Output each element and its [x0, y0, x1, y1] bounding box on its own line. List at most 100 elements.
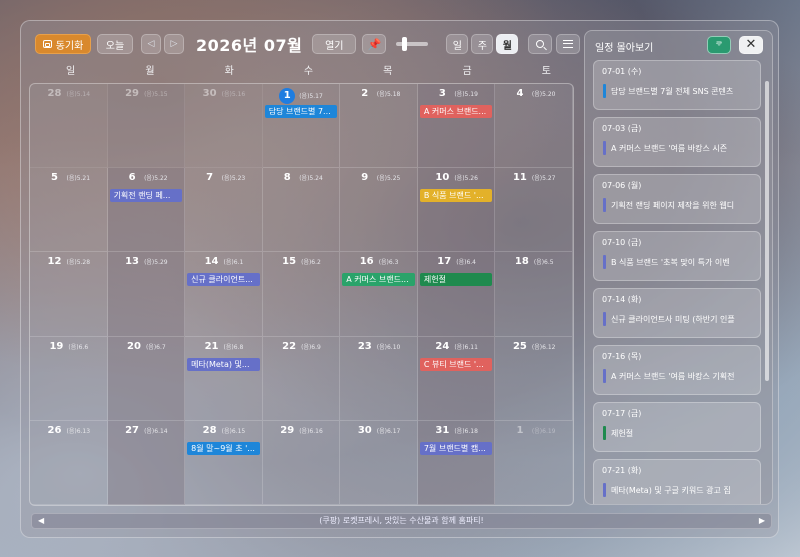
schedule-card[interactable]: 07-10 (금) B 식품 브랜드 '초복 맞이 특가 이벤 — [593, 231, 761, 281]
schedule-panel: 일정 몰아보기 ᄛ ✕ 07-01 (수) 담당 브랜드별 7월 전체 SNS 콘… — [584, 30, 773, 505]
day-cell[interactable]: 11 (음)5.27 — [495, 168, 573, 253]
day-cell[interactable]: 2 (음)5.18 — [340, 84, 418, 169]
lunar-date: (음)5.18 — [376, 91, 401, 98]
date-number: 9 — [361, 172, 369, 184]
lunar-date: (음)5.29 — [144, 259, 168, 267]
panel-scrollbar[interactable] — [765, 81, 769, 381]
day-cell[interactable]: 24 (음)6.11 C 뷰티 브랜드 '... — [417, 336, 496, 421]
day-cell[interactable]: 21 (음)6.8 메타(Meta) 및... — [185, 336, 263, 421]
day-cell[interactable]: 8 (음)5.24 — [262, 168, 341, 253]
day-cell[interactable]: 25 (음)6.12 — [495, 336, 573, 421]
month-title: 2026년 07월 — [196, 36, 303, 55]
day-cell[interactable]: 22 (음)6.9 — [262, 336, 341, 421]
panel-toggle-button[interactable]: ᄛ — [707, 36, 731, 54]
day-cell[interactable]: 12 (음)5.28 — [30, 252, 108, 337]
schedule-card[interactable]: 07-06 (월) 기획전 랜딩 페이지 제작을 위한 웹디 — [593, 174, 761, 224]
day-cell[interactable]: 17 (음)6.4 제헌절 — [417, 252, 496, 337]
day-cell[interactable]: 31 (음)6.18 7월 브랜드별 캠... — [417, 420, 496, 505]
slider-thumb[interactable] — [402, 37, 408, 51]
day-cell[interactable]: 29 (음)5.15 — [107, 84, 186, 169]
day-cell[interactable]: 9 (음)5.25 — [340, 168, 418, 253]
event-chip[interactable]: B 식품 브랜드 '... — [419, 189, 493, 203]
day-cell[interactable]: 13 (음)5.29 — [107, 252, 186, 337]
day-cell[interactable]: 4 (음)5.20 — [495, 84, 573, 169]
event-chip[interactable]: 메타(Meta) 및... — [187, 357, 260, 371]
open-button[interactable]: 열기 — [312, 34, 357, 54]
opacity-slider[interactable] — [396, 37, 429, 51]
day-cell[interactable]: 30 (음)6.17 — [340, 420, 418, 505]
day-cell[interactable]: 19 (음)6.6 — [30, 336, 108, 421]
event-chip[interactable]: 담당 브랜드별 7... — [264, 105, 338, 118]
lunar-date: (음)5.17 — [299, 93, 323, 100]
day-header: 1 (음)6.19 — [495, 425, 572, 436]
ticker-text[interactable]: (쿠팡) 로켓프레시, 맛있는 수산물과 함께 홈파티! — [319, 516, 484, 525]
menu-button[interactable] — [556, 34, 581, 54]
event-chip[interactable]: 8월 말~9월 초 '... — [187, 441, 260, 455]
day-header: 13 (음)5.29 — [108, 256, 185, 267]
schedule-date: 07-21 (화) — [602, 466, 642, 475]
event-chip[interactable]: C 뷰티 브랜드 '... — [419, 357, 493, 371]
event-chip[interactable]: 제헌절 — [419, 273, 493, 287]
view-day-button[interactable]: 일 — [446, 34, 469, 54]
day-cell[interactable]: 23 (음)6.10 — [340, 336, 418, 421]
lunar-date: (음)6.10 — [376, 343, 401, 351]
schedule-card[interactable]: 07-16 (목) A 커머스 브랜드 '여름 바캉스 기획전 — [593, 345, 761, 395]
schedule-card[interactable]: 07-14 (화) 신규 클라이언트사 미팅 (하반기 인플 — [593, 288, 761, 338]
sync-button[interactable]: 동기화 — [35, 34, 91, 54]
day-cell[interactable]: 7 (음)5.23 — [185, 168, 263, 253]
view-month-button[interactable]: 월 — [496, 34, 519, 54]
day-cell[interactable]: 1 (음)6.19 — [495, 420, 573, 505]
today-button[interactable]: 오늘 — [97, 34, 133, 54]
search-button[interactable] — [528, 34, 553, 54]
day-cell[interactable]: 28 (음)5.14 — [30, 84, 108, 169]
day-cell[interactable]: 20 (음)6.7 — [107, 336, 186, 421]
day-cell[interactable]: 28 (음)6.15 8월 말~9월 초 '... — [185, 420, 263, 505]
ticker-next-button[interactable]: ▶ — [759, 514, 765, 528]
weekday-mon: 월 — [145, 66, 155, 77]
menu-icon — [563, 40, 574, 48]
lunar-date: (음)5.14 — [66, 91, 91, 98]
ad-ticker[interactable]: ◀ (쿠팡) 로켓프레시, 맛있는 수산물과 함께 홈파티! ▶ — [31, 513, 772, 529]
day-header: 30 (음)6.17 — [340, 425, 417, 436]
date-number: 12 — [47, 256, 62, 268]
date-number: 13 — [125, 256, 140, 268]
day-cell[interactable]: 27 (음)6.14 — [107, 420, 186, 505]
day-cell[interactable]: 16 (음)6.3 A 커머스 브랜드... — [340, 252, 418, 337]
event-chip[interactable]: 7월 브랜드별 캠... — [419, 441, 493, 455]
day-cell[interactable]: 29 (음)6.16 — [262, 420, 341, 505]
event-chip[interactable]: A 커머스 브랜드... — [419, 105, 493, 118]
event-chip[interactable]: 기획전 랜딩 페... — [109, 189, 183, 203]
panel-title: 일정 몰아보기 — [595, 43, 654, 54]
next-month-button[interactable]: ▷ — [164, 34, 184, 54]
event-chip[interactable]: 신규 클라이언트... — [187, 273, 260, 287]
day-cell[interactable]: 14 (음)6.1 신규 클라이언트... — [185, 252, 263, 337]
day-header: 4 (음)5.20 — [495, 88, 572, 99]
lunar-date: (음)6.6 — [68, 343, 89, 351]
day-cell[interactable]: 18 (음)6.5 — [495, 252, 573, 337]
schedule-card[interactable]: 07-01 (수) 담당 브랜드별 7월 전체 SNS 콘텐츠 — [593, 60, 761, 110]
schedule-card[interactable]: 07-21 (화) 메타(Meta) 및 구글 키워드 광고 집 — [593, 459, 761, 504]
schedule-card[interactable]: 07-03 (금) A 커머스 브랜드 '여름 바캉스 시즌 — [593, 117, 761, 167]
day-cell[interactable]: 6 (음)5.22 기획전 랜딩 페... — [107, 168, 186, 253]
pin-button[interactable]: 📌 — [362, 34, 387, 54]
day-header: 29 (음)5.15 — [108, 88, 185, 99]
day-cell[interactable]: 30 (음)5.16 — [185, 84, 263, 169]
view-week-button[interactable]: 주 — [471, 34, 494, 54]
day-cell[interactable]: 15 (음)6.2 — [262, 252, 341, 337]
day-cell[interactable]: 26 (음)6.13 — [30, 420, 108, 505]
schedule-card[interactable]: 07-17 (금) 제헌절 — [593, 402, 761, 452]
ticker-prev-button[interactable]: ◀ — [38, 514, 44, 528]
date-number: 25 — [512, 340, 527, 352]
date-number: 28 — [47, 88, 62, 99]
schedule-title: 기획전 랜딩 페이지 제작을 위한 웹디 — [611, 201, 735, 210]
day-cell[interactable]: 3 (음)5.19 A 커머스 브랜드... — [417, 84, 496, 169]
close-panel-button[interactable]: ✕ — [739, 36, 763, 54]
day-cell[interactable]: 1 (음)5.17 담당 브랜드별 7... — [262, 84, 341, 169]
event-chip[interactable]: A 커머스 브랜드... — [342, 273, 415, 287]
day-cell[interactable]: 5 (음)5.21 — [30, 168, 108, 253]
day-header: 10 (음)5.26 — [418, 172, 495, 183]
prev-month-button[interactable]: ◁ — [141, 34, 161, 54]
weekday-tue: 화 — [224, 66, 234, 77]
day-cell[interactable]: 10 (음)5.26 B 식품 브랜드 '... — [417, 168, 496, 253]
date-number: 17 — [437, 256, 452, 268]
